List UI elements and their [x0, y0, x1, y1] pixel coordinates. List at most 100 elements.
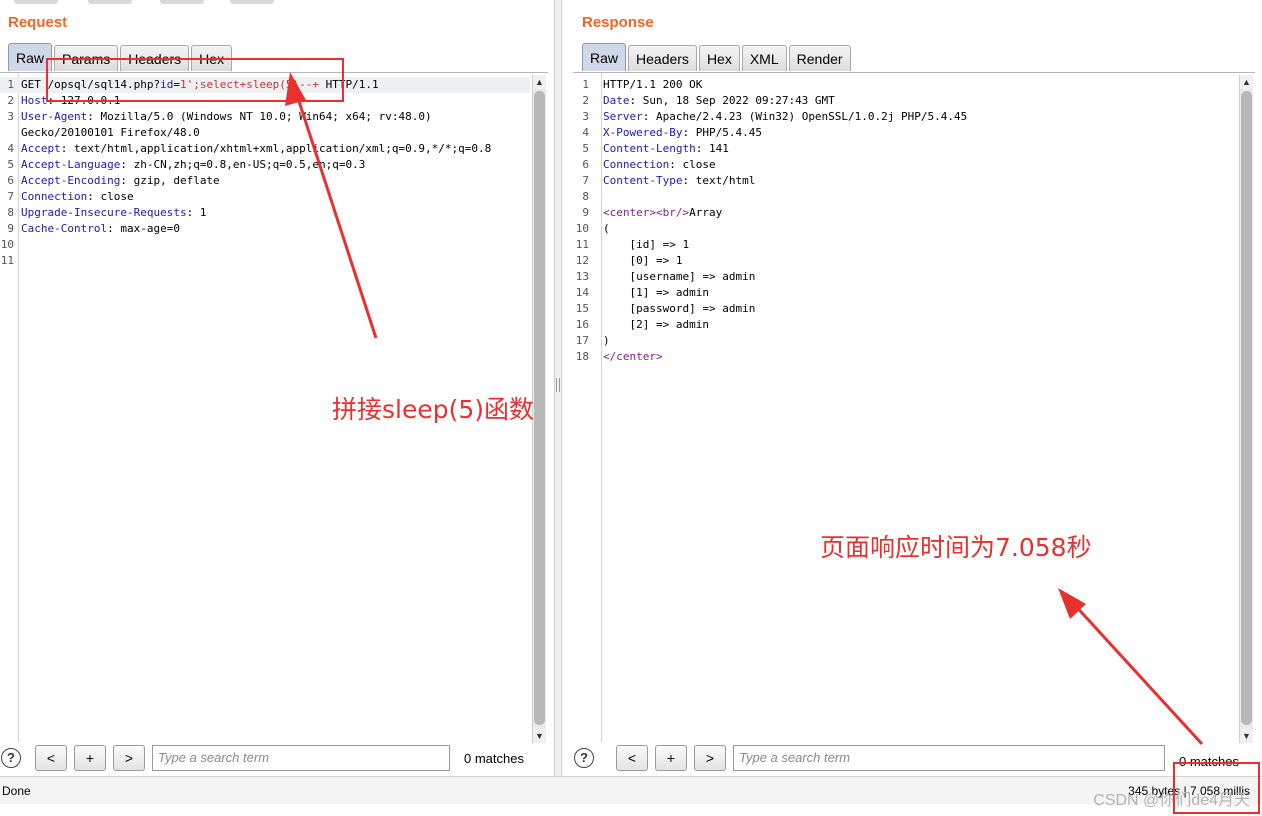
code-token: [id] => 1 [603, 238, 690, 251]
html-tag: <center> [603, 206, 656, 219]
timing-highlight-box [1173, 762, 1260, 814]
header-name: X-Powered-By [603, 126, 683, 139]
response-tab-render[interactable]: Render [788, 45, 851, 71]
request-title: Request [8, 14, 68, 31]
request-code-line[interactable]: 3 User-Agent: Mozilla/5.0 (Windows NT 10.… [0, 109, 530, 125]
request-code[interactable]: 1 GET /opsql/sql14.php?id=1';select+sleep… [0, 77, 530, 269]
response-code[interactable]: 1 HTTP/1.1 200 OK 2 Date: Sun, 18 Sep 2022 … [573, 77, 1233, 365]
code-token: : Apache/2.4.23 (Win32) OpenSSL/1.0.2j P… [642, 110, 968, 123]
header-name: Connection [21, 190, 88, 203]
response-tab-raw[interactable]: Raw [582, 43, 627, 71]
code-token: : zh-CN,zh;q=0.8,en-US;q=0.5,en;q=0.3 [120, 158, 366, 171]
request-code-line[interactable]: 8 Upgrade-Insecure-Requests: 1 [0, 205, 530, 221]
scroll-up-arrow-icon[interactable]: ▲ [533, 75, 546, 89]
splitter-grip-icon[interactable] [556, 378, 560, 392]
response-search-next-button[interactable]: > [694, 745, 726, 771]
line-text: [0] => 1 [603, 253, 682, 269]
header-name: Upgrade-Insecure-Requests [21, 206, 187, 219]
annotation-left-note: 拼接sleep(5)函数 [332, 395, 535, 424]
response-code-line[interactable]: 8 [573, 189, 1233, 205]
response-code-line[interactable]: 16 [2] => admin [573, 317, 1233, 333]
payload-highlight-box [46, 58, 344, 102]
request-code-line[interactable]: 10 [0, 237, 530, 253]
code-token: : gzip, deflate [120, 174, 220, 187]
header-name: Server [603, 110, 643, 123]
response-code-line[interactable]: 17) [573, 333, 1233, 349]
request-code-line[interactable]: 6 Accept-Encoding: gzip, deflate [0, 173, 530, 189]
line-text: [1] => admin [603, 285, 708, 301]
response-code-line[interactable]: 14 [1] => admin [573, 285, 1233, 301]
request-scrollbar[interactable]: ▲ ▼ [532, 75, 546, 743]
response-code-line[interactable]: 12 [0] => 1 [573, 253, 1233, 269]
response-editor[interactable]: 1 HTTP/1.1 200 OK 2 Date: Sun, 18 Sep 2022 … [573, 72, 1255, 743]
line-number: 12 [575, 254, 589, 267]
response-code-line[interactable]: 9 <center><br/>Array [573, 205, 1233, 221]
response-search-input[interactable]: Type a search term [733, 745, 1165, 771]
line-text: Accept-Language: zh-CN,zh;q=0.8,en-US;q=… [21, 157, 365, 173]
response-tab-headers[interactable]: Headers [628, 45, 697, 71]
line-number: 5 [582, 142, 589, 155]
line-text: Accept-Encoding: gzip, deflate [21, 173, 220, 189]
scroll-down-arrow-icon[interactable]: ▼ [1240, 729, 1253, 743]
line-text: Content-Length: 141 [603, 141, 729, 157]
response-code-line[interactable]: 10 ( [573, 221, 1233, 237]
code-token: : text/html,application/xhtml+xml,applic… [60, 142, 492, 155]
response-code-line[interactable]: 2 Date: Sun, 18 Sep 2022 09:27:43 GMT [573, 93, 1233, 109]
response-code-line[interactable]: 5 Content-Length: 141 [573, 141, 1233, 157]
code-token: [0] => 1 [603, 254, 683, 267]
panel-splitter[interactable] [554, 0, 562, 804]
scroll-up-arrow-icon[interactable]: ▲ [1240, 75, 1253, 89]
header-name: Date [603, 94, 630, 107]
request-scroll-thumb[interactable] [534, 91, 545, 725]
request-search-add-button[interactable]: + [74, 745, 106, 771]
line-number: 3 [7, 110, 14, 123]
code-token: GET [21, 78, 48, 91]
response-code-line[interactable]: 15 [password] => admin [573, 301, 1233, 317]
line-text: X-Powered-By: PHP/5.4.45 [603, 125, 762, 141]
header-name: Cache-Control [21, 222, 108, 235]
response-tabs: Raw Headers Hex XML Render [582, 43, 853, 71]
line-text: [id] => 1 [603, 237, 689, 253]
code-token: Gecko/20100101 Firefox/48.0 [21, 126, 200, 139]
response-code-line[interactable]: 1 HTTP/1.1 200 OK [573, 77, 1233, 93]
code-token: HTTP/1.1 200 OK [603, 78, 703, 91]
code-token: Array [689, 206, 723, 219]
response-scroll-thumb[interactable] [1241, 91, 1252, 725]
response-code-line[interactable]: 11 [id] => 1 [573, 237, 1233, 253]
response-tab-xml[interactable]: XML [741, 45, 787, 71]
request-search-input[interactable]: Type a search term [152, 745, 450, 771]
line-number: 1 [7, 78, 14, 91]
code-token: ) [603, 334, 610, 347]
response-search-prev-button[interactable]: < [616, 745, 648, 771]
response-search-add-button[interactable]: + [655, 745, 687, 771]
response-tab-hex[interactable]: Hex [698, 45, 740, 71]
code-token: : 1 [186, 206, 207, 219]
request-code-line[interactable]: 4 Accept: text/html,application/xhtml+xml… [0, 141, 530, 157]
line-text: Content-Type: text/html [603, 173, 755, 189]
request-code-line[interactable]: 7 Connection: close [0, 189, 530, 205]
response-code-line[interactable]: 7 Content-Type: text/html [573, 173, 1233, 189]
response-code-line[interactable]: 3 Server: Apache/2.4.23 (Win32) OpenSSL/1… [573, 109, 1233, 125]
scroll-down-arrow-icon[interactable]: ▼ [533, 729, 546, 743]
request-code-line[interactable]: 11 [0, 253, 530, 269]
response-code-line[interactable]: 4 X-Powered-By: PHP/5.4.45 [573, 125, 1233, 141]
response-code-line[interactable]: 18 </center> [573, 349, 1233, 365]
request-search-prev-button[interactable]: < [35, 745, 67, 771]
header-name: Content-Type [603, 174, 683, 187]
request-code-line[interactable]: 9 Cache-Control: max-age=0 [0, 221, 530, 237]
top-tab-stub [14, 0, 58, 4]
request-code-line[interactable]: Gecko/20100101 Firefox/48.0 [0, 125, 530, 141]
header-name: User-Agent [21, 110, 88, 123]
line-number: 3 [582, 110, 589, 123]
line-number: 8 [582, 190, 589, 203]
line-number: 18 [575, 350, 589, 363]
help-icon[interactable]: ? [1, 748, 21, 768]
response-code-line[interactable]: 13 [username] => admin [573, 269, 1233, 285]
request-search-next-button[interactable]: > [113, 745, 145, 771]
response-scrollbar[interactable]: ▲ ▼ [1239, 75, 1253, 743]
help-icon[interactable]: ? [574, 748, 594, 768]
response-code-line[interactable]: 6 Connection: close [573, 157, 1233, 173]
request-code-line[interactable]: 5 Accept-Language: zh-CN,zh;q=0.8,en-US;q… [0, 157, 530, 173]
line-number: 9 [582, 206, 589, 219]
line-number: 11 [0, 254, 14, 267]
